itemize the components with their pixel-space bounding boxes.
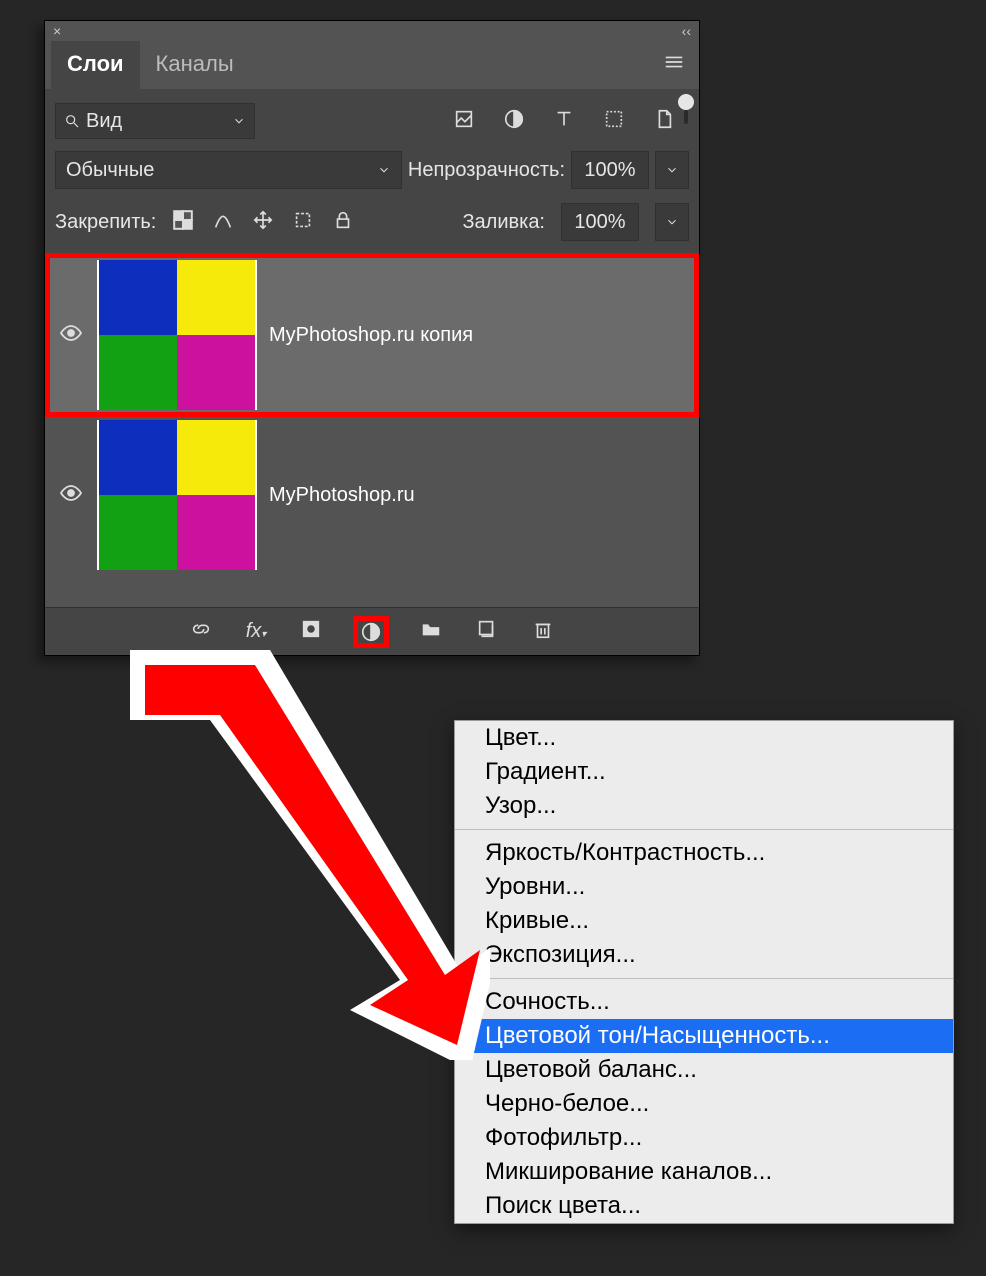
menu-item[interactable]: Яркость/Контрастность... [455,836,953,870]
layer-thumbnail[interactable] [97,420,257,570]
menu-item[interactable]: Узор... [455,789,953,823]
adjustment-filter-icon[interactable] [503,108,525,135]
pixel-filter-icon[interactable] [453,108,475,135]
opacity-stepper[interactable] [655,151,689,189]
menu-item[interactable]: Микширование каналов... [455,1155,953,1189]
visibility-icon[interactable] [57,321,85,350]
adjustment-menu: Цвет... Градиент... Узор... Яркость/Конт… [454,720,954,1224]
panel-menu-icon[interactable] [655,47,693,83]
layers-panel: × ‹‹ Слои Каналы Вид [44,20,700,656]
menu-item[interactable]: Цвет... [455,721,953,755]
lock-artboard-icon[interactable] [292,209,314,236]
lock-position-icon[interactable] [252,209,274,236]
fill-value[interactable]: 100% [561,203,639,241]
adjustment-icon[interactable] [356,619,386,645]
panel-footer: fx▾ [45,607,699,655]
lock-transparency-icon[interactable] [172,209,194,236]
filter-label: Вид [86,110,122,133]
menu-item[interactable]: Цветовой баланс... [455,1053,953,1087]
new-layer-icon[interactable] [476,618,498,645]
layers-list: MyPhotoshop.ru копия MyPhotoshop.ru [45,253,699,607]
tabs-row: Слои Каналы [45,41,699,89]
smart-filter-icon[interactable] [653,108,675,135]
menu-item[interactable]: Уровни... [455,870,953,904]
blend-mode-select[interactable]: Обычные [55,151,402,189]
menu-item[interactable]: Сочность... [455,985,953,1019]
menu-group: Сочность... Цветовой тон/Насыщенность...… [455,985,953,1223]
collapse-icon[interactable]: ‹‹ [682,23,691,39]
tab-channels[interactable]: Каналы [140,41,250,89]
lock-label: Закрепить: [55,211,156,234]
fill-label: Заливка: [462,211,545,234]
fx-icon[interactable]: fx▾ [246,620,267,643]
menu-item[interactable]: Черно-белое... [455,1087,953,1121]
layer-name[interactable]: MyPhotoshop.ru [269,484,415,507]
layer-thumbnail[interactable] [97,260,257,410]
panel-topbar: × ‹‹ [45,21,699,41]
menu-item-hue-saturation[interactable]: Цветовой тон/Насыщенность... [455,1019,953,1053]
opacity-label: Непрозрачность: [408,159,565,182]
filter-toggle[interactable] [683,108,689,134]
annotation-arrow [100,640,490,1060]
layer-name[interactable]: MyPhotoshop.ru копия [269,324,473,347]
trash-icon[interactable] [532,618,554,645]
menu-item[interactable]: Градиент... [455,755,953,789]
menu-item[interactable]: Кривые... [455,904,953,938]
type-filter-icon[interactable] [553,108,575,135]
lock-image-icon[interactable] [212,209,234,236]
fill-stepper[interactable] [655,203,689,241]
menu-item[interactable]: Экспозиция... [455,938,953,972]
menu-item[interactable]: Фотофильтр... [455,1121,953,1155]
group-icon[interactable] [420,618,442,645]
layer-row[interactable]: MyPhotoshop.ru [47,415,697,575]
tab-layers[interactable]: Слои [51,41,140,89]
visibility-icon[interactable] [57,481,85,510]
layer-row[interactable]: MyPhotoshop.ru копия [47,255,697,415]
menu-item[interactable]: Поиск цвета... [455,1189,953,1223]
link-icon[interactable] [190,618,212,645]
layer-filter-select[interactable]: Вид [55,103,255,139]
opacity-value[interactable]: 100% [571,151,649,189]
blend-mode-value: Обычные [66,159,154,182]
mask-icon[interactable] [300,618,322,645]
shape-filter-icon[interactable] [603,108,625,135]
menu-group: Цвет... Градиент... Узор... [455,721,953,823]
panel-body: Вид Обычные Непрозрачность: [45,89,699,253]
close-icon[interactable]: × [53,23,61,39]
menu-group: Яркость/Контрастность... Уровни... Кривы… [455,836,953,972]
lock-all-icon[interactable] [332,209,354,236]
filter-type-icons [453,108,675,135]
